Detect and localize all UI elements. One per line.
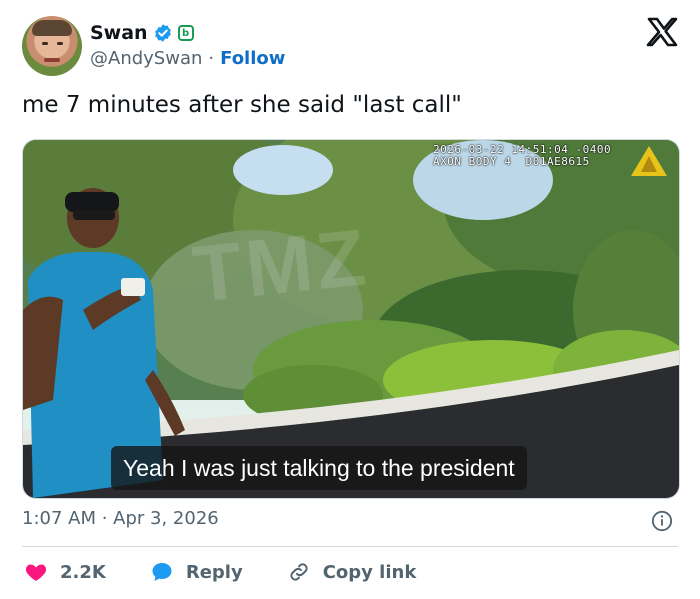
- reply-button[interactable]: Reply: [150, 560, 243, 584]
- copy-link-label: Copy link: [322, 561, 417, 583]
- bodycam-image: [23, 140, 679, 498]
- avatar-mouth: [44, 58, 60, 62]
- info-icon[interactable]: [651, 510, 673, 532]
- follow-button[interactable]: Follow: [220, 48, 285, 69]
- avatar-eye: [42, 42, 48, 45]
- video-caption: Yeah I was just talking to the president: [111, 446, 527, 490]
- link-icon: [290, 563, 308, 581]
- tmz-watermark: TMZ: [188, 212, 374, 319]
- x-logo-icon[interactable]: [646, 16, 678, 48]
- handle-separator: ·: [208, 48, 215, 69]
- author-handle-row: @AndySwan · Follow: [90, 48, 285, 69]
- bodycam-stamp-line: AXON BODY 4 D01AE8615: [433, 155, 590, 168]
- tweet-media[interactable]: TMZ 2026-03-22 14:51:04 -0400 AXON BODY 4…: [22, 139, 680, 499]
- author-avatar[interactable]: [22, 16, 82, 76]
- tweet-text: me 7 minutes after she said "last call": [22, 92, 462, 118]
- avatar-hair: [32, 20, 72, 36]
- affiliate-badge-icon[interactable]: b: [177, 25, 194, 41]
- copy-link-button[interactable]: Copy link: [287, 560, 417, 584]
- actions-divider: [22, 546, 678, 547]
- axon-logo-icon: [631, 146, 667, 176]
- like-count: 2.2K: [60, 561, 106, 583]
- author-name[interactable]: Swan: [90, 22, 148, 44]
- author-handle[interactable]: @AndySwan: [90, 48, 202, 69]
- bodycam-stamp: 2026-03-22 14:51:04 -0400 AXON BODY 4 D01…: [433, 144, 611, 168]
- avatar-eye: [57, 42, 63, 45]
- heart-icon: [25, 564, 47, 581]
- like-button[interactable]: 2.2K: [24, 560, 106, 584]
- tweet-actions: 2.2K Reply Copy link: [24, 560, 460, 584]
- tweet-timestamp[interactable]: 1:07 AM · Apr 3, 2026: [22, 508, 219, 529]
- verified-badge-icon: [154, 24, 171, 42]
- reply-bubble-icon: [152, 563, 172, 581]
- reply-label: Reply: [185, 561, 243, 583]
- author-name-row: Swan b: [90, 20, 194, 46]
